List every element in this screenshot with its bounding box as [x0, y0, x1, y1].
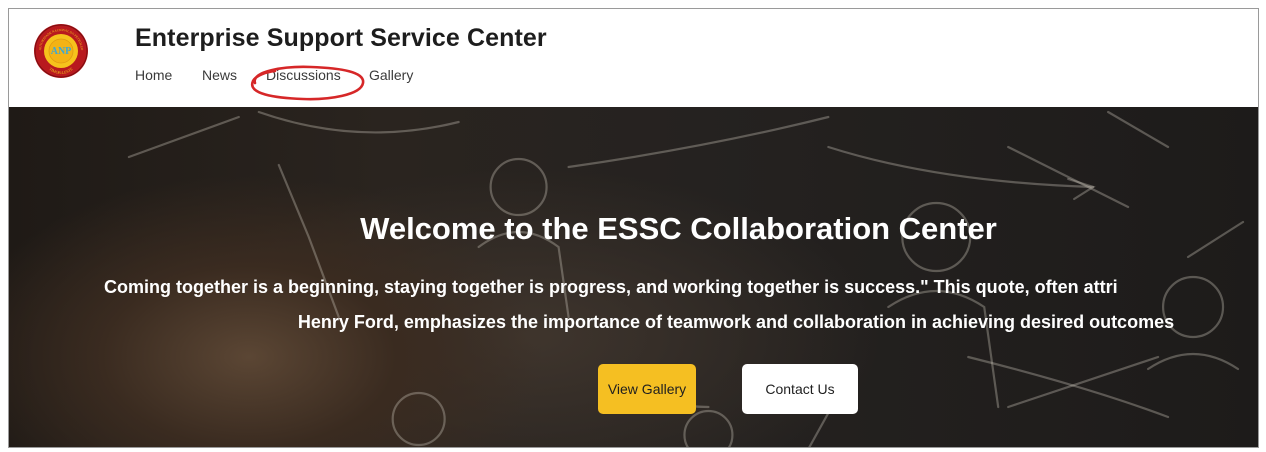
- view-gallery-button[interactable]: View Gallery: [598, 364, 696, 414]
- nav-news[interactable]: News: [202, 67, 237, 83]
- hero-quote-line-1: Coming together is a beginning, staying …: [104, 277, 1118, 297]
- nav-home[interactable]: Home: [135, 67, 172, 83]
- hero-quote-line-2: Henry Ford, emphasizes the importance of…: [297, 312, 1175, 332]
- nav-gallery[interactable]: Gallery: [369, 67, 413, 83]
- hero-banner: Welcome to the ESSC Collaboration Center…: [9, 107, 1258, 447]
- site-title[interactable]: Enterprise Support Service Center: [135, 24, 547, 53]
- anp-logo[interactable]: ANP AUTORIDADE NACIONAL DO PETRÓLEO TIMO…: [33, 23, 89, 79]
- discussions-highlight-circle: [250, 65, 365, 101]
- contact-us-button[interactable]: Contact Us: [742, 364, 858, 414]
- browser-frame: ANP AUTORIDADE NACIONAL DO PETRÓLEO TIMO…: [8, 8, 1259, 448]
- logo-center-text: ANP: [51, 46, 72, 57]
- hero-title: Welcome to the ESSC Collaboration Center: [360, 211, 997, 246]
- site-header: ANP AUTORIDADE NACIONAL DO PETRÓLEO TIMO…: [9, 9, 1258, 107]
